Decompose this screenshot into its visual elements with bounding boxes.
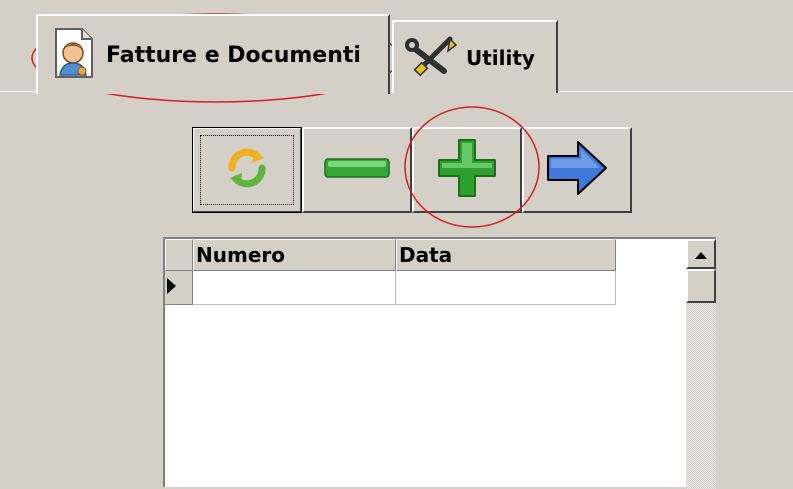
row-indicator (165, 271, 193, 305)
scroll-up-button[interactable] (686, 239, 716, 269)
refresh-icon (224, 145, 270, 195)
cell-data[interactable] (396, 271, 616, 305)
tab-strip: Fatture e Documenti Utility (0, 0, 793, 95)
data-grid[interactable]: Numero Data (163, 237, 716, 489)
arrow-right-icon (546, 140, 608, 200)
tab-utility[interactable]: Utility (392, 20, 558, 93)
arrow-up-icon (694, 245, 708, 264)
table-row[interactable] (165, 271, 616, 305)
next-button[interactable] (522, 127, 632, 213)
scroll-thumb[interactable] (686, 269, 716, 303)
tab-label: Fatture e Documenti (106, 42, 361, 68)
toolbar (192, 127, 632, 213)
tab-label: Utility (466, 45, 535, 70)
refresh-button[interactable] (192, 127, 302, 213)
header-indicator-cell (165, 239, 193, 271)
grid-header: Numero Data (165, 239, 616, 271)
vertical-scrollbar[interactable] (686, 239, 716, 489)
minus-icon (324, 158, 390, 182)
plus-icon (437, 138, 497, 202)
current-row-icon (165, 277, 177, 299)
tab-fatture-documenti[interactable]: Fatture e Documenti (36, 14, 390, 94)
add-button[interactable] (412, 127, 522, 213)
column-header-numero[interactable]: Numero (193, 239, 396, 271)
delete-button[interactable] (302, 127, 412, 213)
column-header-data[interactable]: Data (396, 239, 616, 271)
cell-numero[interactable] (193, 271, 396, 305)
tools-icon (404, 35, 460, 81)
document-user-icon (52, 27, 96, 83)
